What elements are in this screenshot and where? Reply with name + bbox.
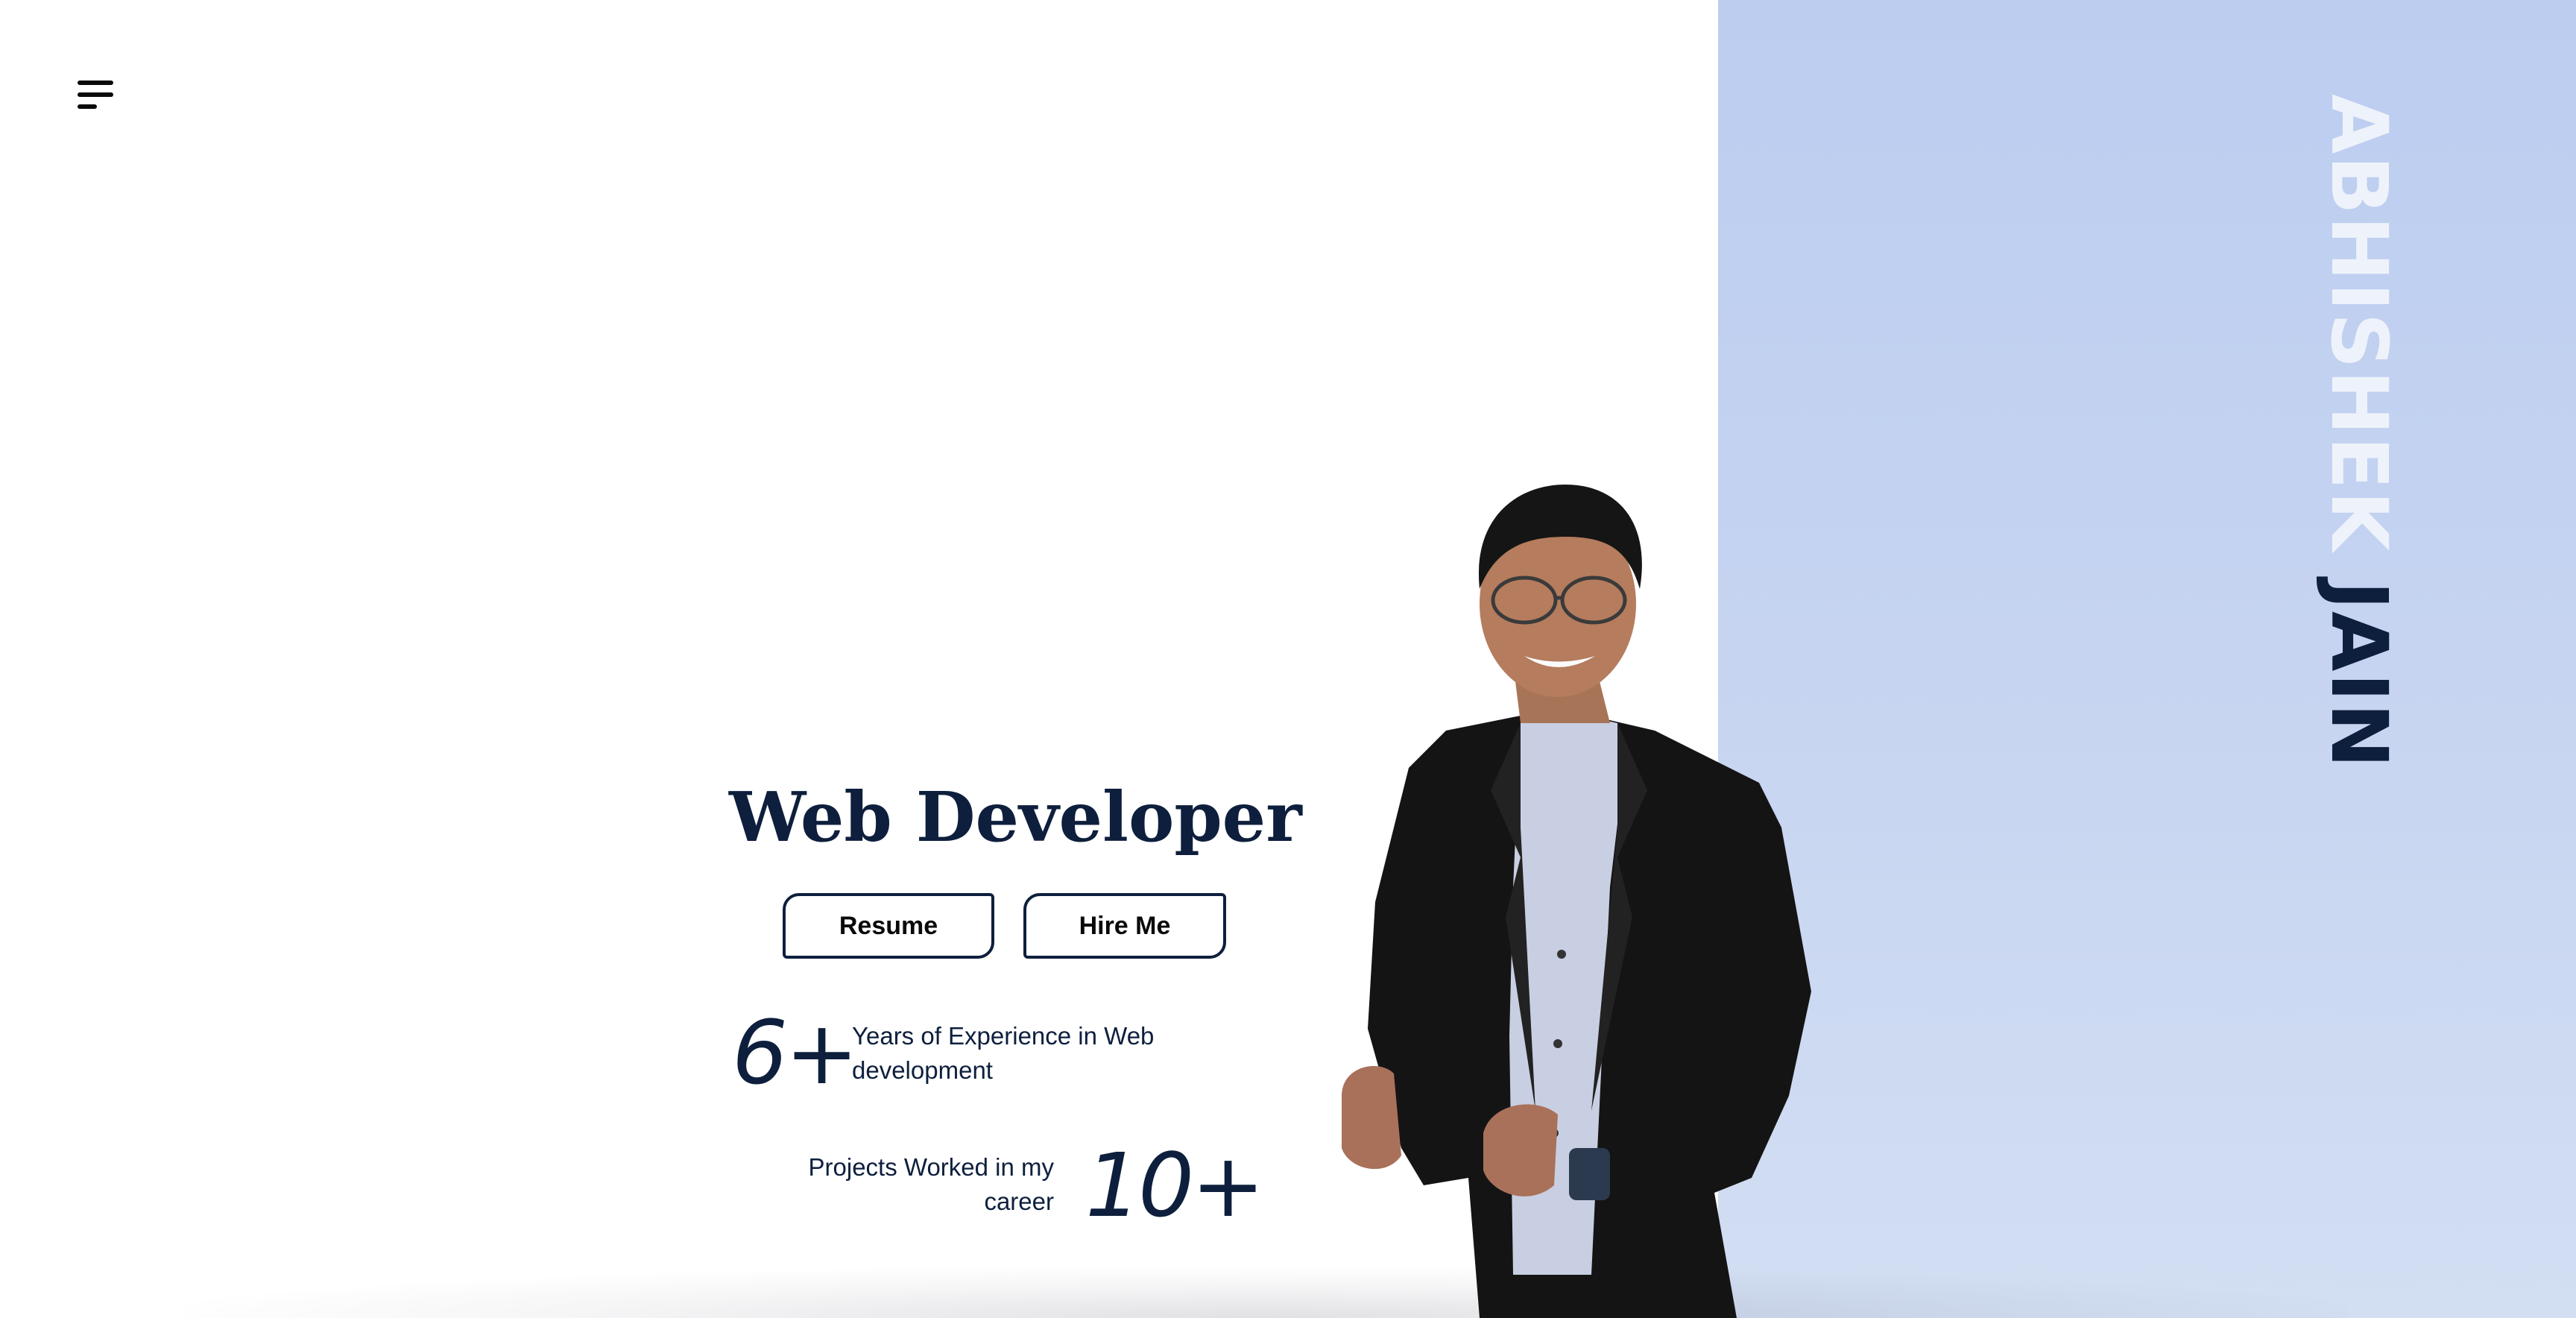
resume-button[interactable]: Resume bbox=[783, 893, 994, 959]
name-first: ABHISHEK bbox=[2314, 94, 2405, 553]
vertical-name: ABHISHEK JAIN bbox=[2314, 94, 2405, 787]
portrait-photo bbox=[1342, 485, 1811, 1318]
hire-me-button[interactable]: Hire Me bbox=[1023, 893, 1226, 959]
experience-label: Years of Experience in Web development bbox=[852, 1022, 1155, 1084]
hamburger-menu-icon[interactable] bbox=[75, 78, 118, 113]
projects-label: Projects Worked in my career bbox=[808, 1153, 1054, 1215]
projects-value: 10+ bbox=[1085, 1134, 1265, 1237]
floor-shadow bbox=[186, 1267, 2348, 1318]
experience-value: 6+ bbox=[732, 1001, 859, 1104]
hero-section: ABHISHEK JAIN Web Developer Resume Hire … bbox=[0, 0, 2576, 1318]
page-title: Web Developer bbox=[729, 777, 1302, 857]
name-last: JAIN bbox=[2314, 581, 2405, 770]
